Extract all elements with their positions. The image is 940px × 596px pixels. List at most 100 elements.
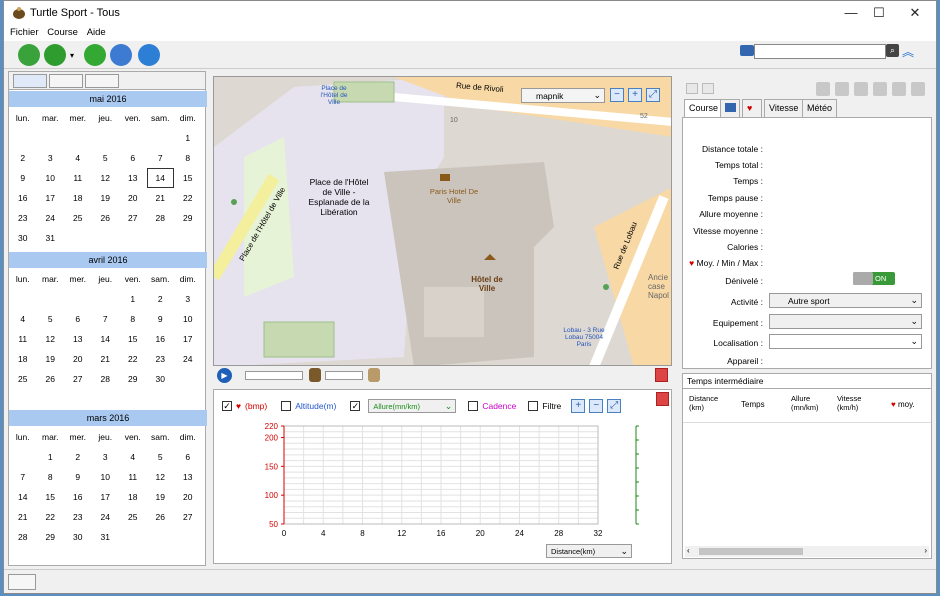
day-cell[interactable]: 7	[9, 467, 37, 487]
fullscreen-button[interactable]: ⤢	[646, 88, 660, 102]
day-cell[interactable]: 12	[92, 168, 120, 188]
day-cell[interactable]: 7	[92, 309, 120, 329]
day-cell[interactable]: 5	[147, 447, 175, 467]
day-cell[interactable]: 13	[64, 329, 92, 349]
day-cell[interactable]: 27	[119, 208, 147, 228]
activite-select[interactable]: Autre sport ⌄	[769, 293, 922, 308]
tab-heart[interactable]: ♥	[742, 99, 762, 117]
speed-slider[interactable]	[325, 371, 363, 380]
day-cell[interactable]: 26	[92, 208, 120, 228]
day-cell[interactable]: 29	[119, 369, 147, 389]
next-icon[interactable]	[702, 83, 714, 94]
scroll-right-icon[interactable]: ›	[924, 546, 927, 555]
day-cell[interactable]: 18	[64, 188, 92, 208]
run-icon[interactable]	[44, 44, 66, 66]
horizontal-scrollbar[interactable]: ‹ ›	[685, 546, 929, 557]
day-cell[interactable]: 11	[9, 329, 37, 349]
day-cell[interactable]: 22	[119, 349, 147, 369]
day-cell[interactable]: 28	[92, 369, 120, 389]
tools-icon[interactable]	[84, 44, 106, 66]
tool-icon-5[interactable]	[892, 82, 906, 96]
day-cell[interactable]: 22	[174, 188, 202, 208]
day-cell[interactable]: 24	[174, 349, 202, 369]
day-cell[interactable]: 24	[37, 208, 65, 228]
chart-zoom-out-button[interactable]: −	[589, 399, 604, 413]
day-cell[interactable]: 30	[9, 228, 37, 248]
day-cell[interactable]: 7	[147, 148, 175, 168]
globe-icon[interactable]	[110, 44, 132, 66]
day-cell[interactable]: 17	[92, 487, 120, 507]
day-cell[interactable]: 9	[147, 309, 175, 329]
filter-icon[interactable]	[18, 44, 40, 66]
chart-export-icon[interactable]	[656, 392, 669, 406]
day-cell[interactable]: 19	[37, 349, 65, 369]
bpm-checkbox[interactable]: ✓	[222, 401, 232, 411]
tab-vitesse[interactable]: Vitesse	[764, 99, 804, 117]
tab-meteo[interactable]: Météo	[802, 99, 838, 117]
dropdown-arrow-icon[interactable]: ▾	[70, 51, 74, 60]
day-cell[interactable]: 17	[174, 329, 202, 349]
day-cell[interactable]: 14	[146, 168, 174, 188]
day-cell[interactable]: 12	[37, 329, 65, 349]
tool-icon-3[interactable]	[854, 82, 868, 96]
day-cell[interactable]: 15	[119, 329, 147, 349]
day-cell[interactable]: 31	[92, 527, 120, 547]
day-cell[interactable]: 14	[9, 487, 37, 507]
day-cell[interactable]: 6	[64, 309, 92, 329]
day-cell[interactable]: 28	[9, 527, 37, 547]
day-cell[interactable]: 20	[174, 487, 202, 507]
day-cell[interactable]: 3	[37, 148, 65, 168]
equipement-select[interactable]: ⌄	[769, 314, 922, 329]
day-cell[interactable]: 26	[37, 369, 65, 389]
day-cell[interactable]: 8	[37, 467, 65, 487]
day-cell[interactable]: 6	[174, 447, 202, 467]
day-cell[interactable]: 27	[64, 369, 92, 389]
progress-slider[interactable]	[245, 371, 303, 380]
day-cell[interactable]: 8	[174, 148, 202, 168]
day-cell[interactable]: 23	[147, 349, 175, 369]
day-cell[interactable]: 2	[9, 148, 37, 168]
day-cell[interactable]: 23	[64, 507, 92, 527]
day-cell[interactable]: 25	[9, 369, 37, 389]
day-cell[interactable]: 17	[37, 188, 65, 208]
tab-book[interactable]	[720, 99, 740, 117]
day-cell[interactable]: 10	[37, 168, 65, 188]
day-cell[interactable]: 28	[147, 208, 175, 228]
play-button[interactable]: ▶	[217, 368, 232, 383]
day-cell[interactable]: 16	[9, 188, 37, 208]
day-cell[interactable]: 25	[119, 507, 147, 527]
day-cell[interactable]: 3	[92, 447, 120, 467]
day-cell[interactable]: 9	[9, 168, 37, 188]
scroll-left-icon[interactable]: ‹	[687, 546, 690, 555]
day-cell[interactable]: 6	[119, 148, 147, 168]
allure-checkbox[interactable]: ✓	[350, 401, 361, 411]
tool-icon-1[interactable]	[816, 82, 830, 96]
map-view[interactable]: Rue de Rivoli Place de l'Hôtel de Ville …	[213, 76, 672, 366]
day-cell[interactable]: 29	[37, 527, 65, 547]
tool-icon-2[interactable]	[835, 82, 849, 96]
menu-aide[interactable]: Aide	[81, 25, 106, 38]
chart-fit-button[interactable]: ⤢	[607, 399, 622, 413]
x-axis-select[interactable]: Distance(km) ⌄	[546, 544, 632, 558]
day-cell[interactable]: 21	[9, 507, 37, 527]
altitude-checkbox[interactable]	[281, 401, 292, 411]
day-cell[interactable]: 23	[9, 208, 37, 228]
day-cell[interactable]: 16	[64, 487, 92, 507]
prev-icon[interactable]	[686, 83, 698, 94]
day-cell[interactable]: 3	[174, 289, 202, 309]
tool-icon-6[interactable]	[911, 82, 925, 96]
day-cell[interactable]: 1	[37, 447, 65, 467]
day-cell[interactable]: 12	[147, 467, 175, 487]
day-cell[interactable]: 19	[92, 188, 120, 208]
day-cell[interactable]: 26	[147, 507, 175, 527]
day-cell[interactable]: 20	[64, 349, 92, 369]
search-input[interactable]	[754, 44, 886, 59]
day-cell[interactable]: 21	[92, 349, 120, 369]
day-cell[interactable]: 15	[174, 168, 202, 188]
tool-icon-4[interactable]	[873, 82, 887, 96]
day-cell[interactable]: 11	[64, 168, 92, 188]
day-cell[interactable]: 4	[119, 447, 147, 467]
tab-calendar[interactable]	[13, 74, 47, 88]
day-cell[interactable]: 22	[37, 507, 65, 527]
day-cell[interactable]: 11	[119, 467, 147, 487]
